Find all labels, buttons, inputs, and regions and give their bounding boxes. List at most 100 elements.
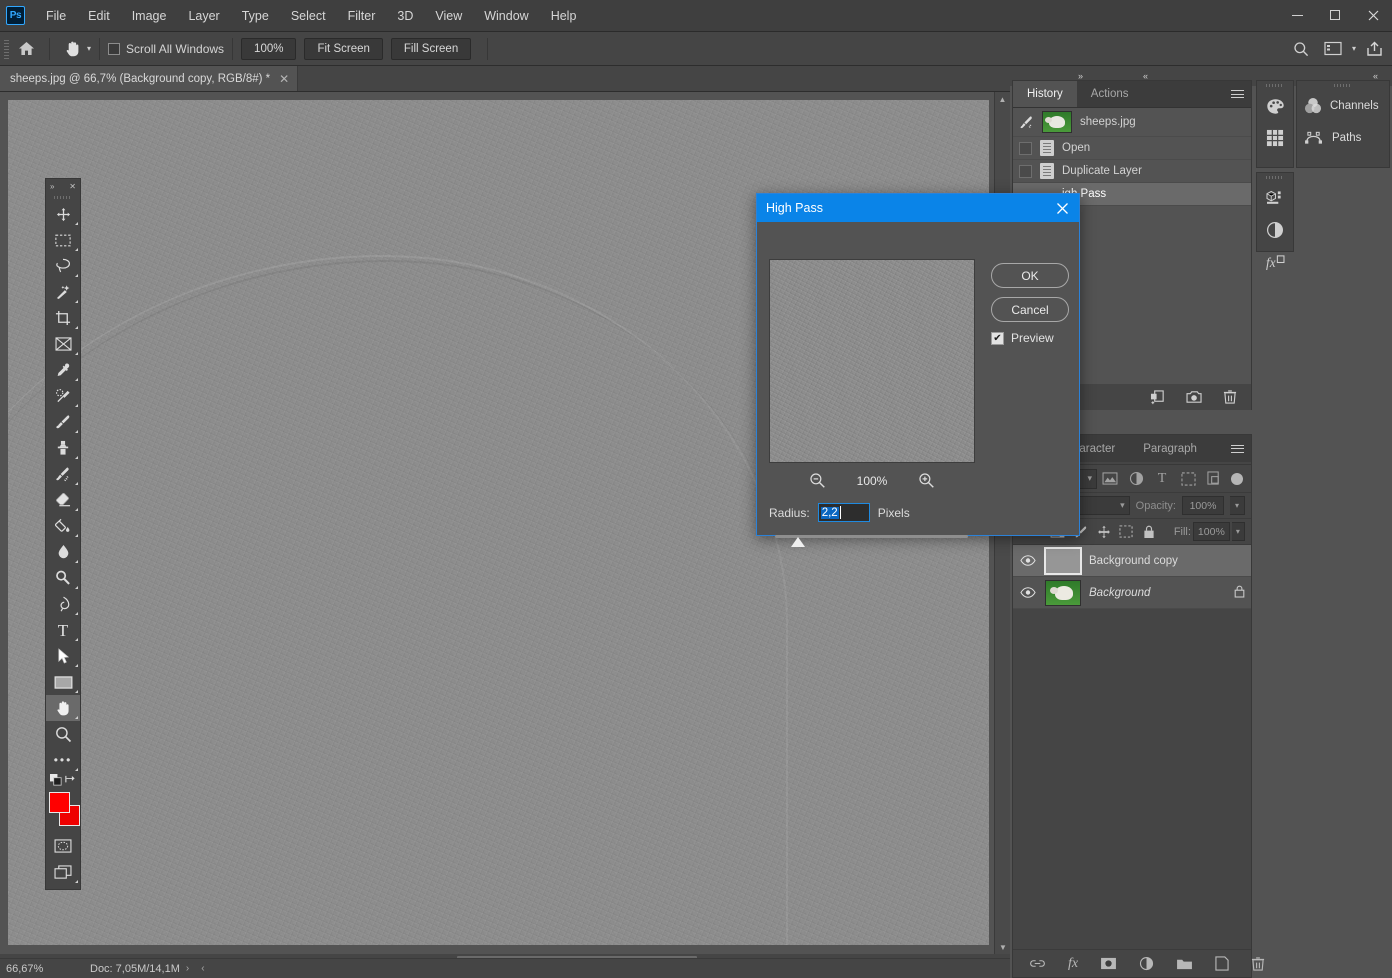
- layer-name[interactable]: Background: [1089, 587, 1226, 599]
- active-tool-button[interactable]: [58, 37, 86, 61]
- dialog-close-button[interactable]: [1049, 195, 1075, 221]
- fill-chevron-down-icon[interactable]: ▾: [1231, 522, 1245, 541]
- radius-slider-thumb[interactable]: [791, 537, 805, 547]
- type-tool[interactable]: T: [46, 617, 80, 643]
- shape-filter-icon[interactable]: [1175, 468, 1201, 490]
- hand-tool[interactable]: [46, 695, 80, 721]
- menu-3d[interactable]: 3D: [386, 0, 424, 32]
- healing-brush-tool[interactable]: [46, 383, 80, 409]
- pixel-filter-icon[interactable]: [1097, 468, 1123, 490]
- new-document-from-state-button[interactable]: [1150, 389, 1166, 405]
- workspace-chevron-down-icon[interactable]: ▾: [1352, 44, 1356, 53]
- layer-name[interactable]: Background copy: [1089, 555, 1245, 567]
- status-next-arrow[interactable]: ›: [180, 963, 195, 974]
- history-state-source-box[interactable]: [1019, 141, 1032, 155]
- menu-help[interactable]: Help: [540, 0, 588, 32]
- layer-row-background-copy[interactable]: Background copy: [1013, 545, 1251, 577]
- tab-actions[interactable]: Actions: [1077, 81, 1143, 107]
- scroll-up-arrow-icon[interactable]: ▲: [995, 92, 1010, 106]
- layer-thumbnail[interactable]: [1045, 579, 1081, 606]
- quick-mask-button[interactable]: [46, 833, 80, 859]
- lock-artboard-icon[interactable]: [1116, 521, 1137, 543]
- options-bar-grip[interactable]: [2, 38, 11, 59]
- history-row-snapshot[interactable]: sheeps.jpg: [1013, 108, 1251, 137]
- rectangular-marquee-tool[interactable]: [46, 227, 80, 253]
- tab-history[interactable]: History: [1013, 81, 1077, 107]
- history-state-source-box[interactable]: [1019, 164, 1032, 178]
- workspace-button[interactable]: [1319, 36, 1347, 62]
- lock-all-icon[interactable]: [1139, 521, 1160, 543]
- move-tool[interactable]: [46, 201, 80, 227]
- fill-screen-button[interactable]: Fill Screen: [390, 37, 472, 60]
- zoom-tool[interactable]: [46, 721, 80, 747]
- path-selection-tool[interactable]: [46, 643, 80, 669]
- rail-grip[interactable]: [1257, 81, 1293, 90]
- tools-grip[interactable]: [46, 193, 80, 201]
- rail-grip[interactable]: [1257, 173, 1293, 182]
- preview-checkbox[interactable]: ✔ Preview: [991, 331, 1054, 345]
- eyedropper-tool[interactable]: [46, 357, 80, 383]
- new-group-button[interactable]: [1176, 957, 1193, 970]
- scroll-all-windows-checkbox[interactable]: Scroll All Windows: [108, 42, 224, 56]
- layer-mask-button[interactable]: [1100, 957, 1117, 970]
- paths-panel-row[interactable]: Paths: [1297, 122, 1389, 154]
- dialog-title-bar[interactable]: High Pass: [757, 194, 1079, 222]
- pen-tool[interactable]: [46, 591, 80, 617]
- frame-tool[interactable]: [46, 331, 80, 357]
- menu-window[interactable]: Window: [473, 0, 539, 32]
- document-tab[interactable]: sheeps.jpg @ 66,7% (Background copy, RGB…: [0, 66, 299, 91]
- menu-select[interactable]: Select: [280, 0, 337, 32]
- foreground-color-swatch[interactable]: [49, 792, 70, 813]
- adjustment-filter-icon[interactable]: [1123, 468, 1149, 490]
- default-colors-button[interactable]: [50, 774, 63, 790]
- status-prev-arrow[interactable]: ‹: [195, 963, 210, 974]
- menu-filter[interactable]: Filter: [337, 0, 387, 32]
- delete-layer-button[interactable]: [1251, 956, 1265, 972]
- document-close-icon[interactable]: ✕: [279, 72, 289, 86]
- tools-close-icon[interactable]: ✕: [69, 182, 76, 191]
- menu-file[interactable]: File: [35, 0, 77, 32]
- lock-position-icon[interactable]: [1093, 521, 1114, 543]
- blur-tool[interactable]: [46, 539, 80, 565]
- magic-wand-tool[interactable]: [46, 279, 80, 305]
- crop-tool[interactable]: [46, 305, 80, 331]
- maximize-button[interactable]: [1316, 0, 1354, 30]
- scroll-down-arrow-icon[interactable]: ▼: [995, 940, 1011, 954]
- eraser-tool[interactable]: [46, 487, 80, 513]
- history-row-open[interactable]: Open: [1013, 137, 1251, 160]
- delete-state-button[interactable]: [1223, 389, 1237, 405]
- menu-layer[interactable]: Layer: [177, 0, 230, 32]
- radius-input[interactable]: 2,2: [817, 503, 870, 522]
- opacity-value[interactable]: 100%: [1182, 496, 1224, 515]
- character-panel-menu-button[interactable]: [1223, 435, 1251, 462]
- search-button[interactable]: [1287, 36, 1315, 62]
- zoom-out-button[interactable]: [809, 472, 826, 489]
- zoom-in-button[interactable]: [918, 472, 935, 489]
- menu-type[interactable]: Type: [231, 0, 280, 32]
- new-layer-button[interactable]: [1215, 956, 1229, 971]
- zoom-100-button[interactable]: 100%: [241, 37, 297, 60]
- history-panel-menu-button[interactable]: [1223, 81, 1251, 107]
- create-snapshot-button[interactable]: [1186, 390, 1203, 404]
- link-layers-button[interactable]: [1029, 958, 1046, 969]
- tab-paragraph[interactable]: Paragraph: [1129, 435, 1211, 462]
- adjustments-panel-button[interactable]: [1257, 214, 1293, 246]
- layer-thumbnail[interactable]: [1044, 546, 1082, 575]
- lasso-tool[interactable]: [46, 253, 80, 279]
- screen-mode-button[interactable]: [46, 859, 80, 885]
- minimize-button[interactable]: [1278, 0, 1316, 30]
- menu-view[interactable]: View: [424, 0, 473, 32]
- smart-object-filter-icon[interactable]: [1201, 468, 1227, 490]
- close-button[interactable]: [1354, 0, 1392, 30]
- home-button[interactable]: [11, 41, 41, 56]
- tool-preset-chevron-down-icon[interactable]: ▾: [87, 44, 91, 53]
- styles-panel-button[interactable]: fx: [1257, 246, 1293, 278]
- filter-toggle-icon[interactable]: [1231, 472, 1243, 485]
- brush-tool[interactable]: [46, 409, 80, 435]
- gradient-tool[interactable]: [46, 513, 80, 539]
- clone-stamp-tool[interactable]: [46, 435, 80, 461]
- edit-toolbar-button[interactable]: •••: [46, 747, 80, 773]
- history-brush-tool[interactable]: [46, 461, 80, 487]
- swatches-panel-button[interactable]: [1257, 122, 1293, 154]
- cancel-button[interactable]: Cancel: [991, 297, 1069, 322]
